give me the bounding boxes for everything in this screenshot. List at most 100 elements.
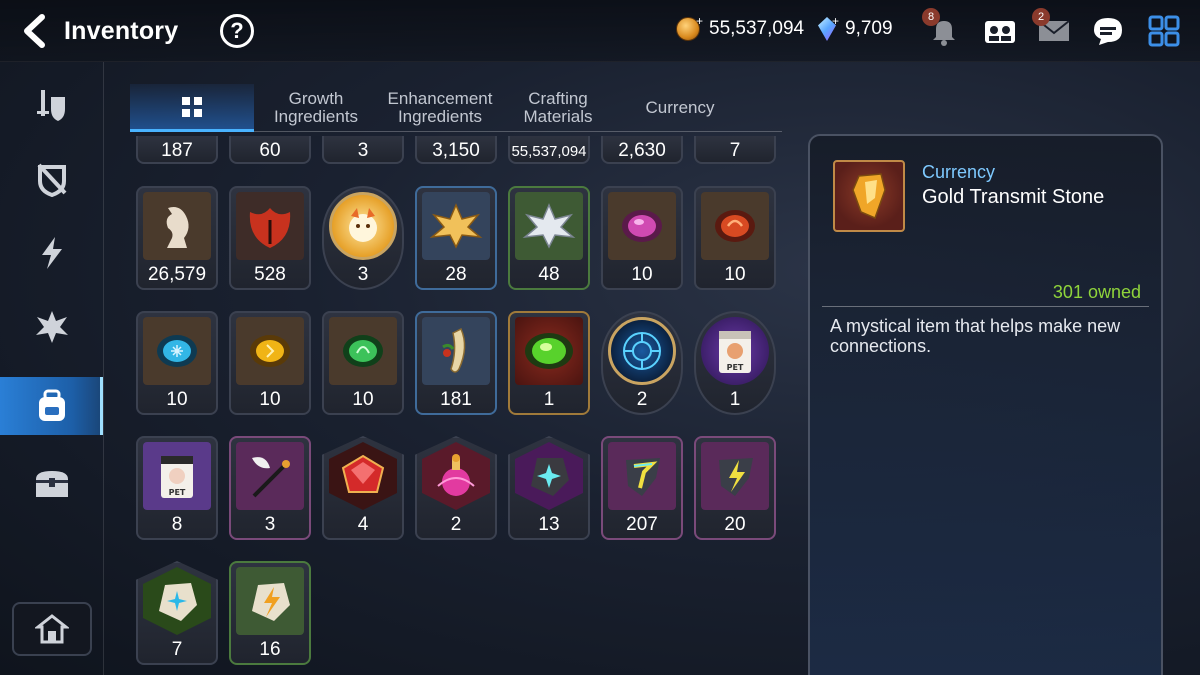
gold-flower-icon — [422, 192, 490, 260]
blue-circuit-icon — [608, 317, 676, 385]
gold-amount: 55,537,094 — [709, 18, 805, 39]
mail-button[interactable]: 2 — [1032, 8, 1074, 50]
item-slot[interactable]: 26,579 — [136, 186, 218, 290]
item-slot[interactable]: 2 — [415, 436, 497, 540]
green-eye-stone-icon — [515, 317, 583, 385]
item-slot[interactable]: 20 — [694, 436, 776, 540]
item-slot[interactable]: 10 — [694, 186, 776, 290]
sidebar-item-equipment[interactable] — [0, 76, 103, 134]
item-count: 16 — [259, 639, 281, 660]
back-button[interactable] — [18, 14, 50, 48]
item-slot[interactable]: 13 — [508, 436, 590, 540]
item-count: 10 — [259, 389, 281, 410]
item-slot[interactable]: 181 — [415, 311, 497, 415]
gold-transmit-stone-icon — [833, 160, 905, 232]
item-count: 13 — [538, 514, 560, 535]
item-count: 3 — [357, 140, 369, 161]
horse-statue-icon — [143, 192, 211, 260]
item-slot[interactable]: 207 — [601, 436, 683, 540]
item-count: 2,630 — [618, 140, 666, 161]
yellow-rune-icon — [236, 317, 304, 385]
chest-icon — [35, 471, 68, 497]
item-count: 10 — [352, 389, 374, 410]
page-title: Inventory — [64, 17, 179, 45]
tab-growth-ingredients[interactable]: Growth Ingredients — [254, 84, 378, 132]
sidebar-item-unequipped[interactable] — [0, 150, 103, 208]
menu-button[interactable] — [1144, 12, 1184, 50]
tab-enhancement-ingredients[interactable]: Enhancement Ingredients — [378, 84, 502, 132]
fox-penguin-icon — [329, 192, 397, 260]
item-slot[interactable]: 3 — [229, 436, 311, 540]
gold-currency[interactable]: + 55,537,094 — [676, 14, 805, 41]
item-count: 7 — [729, 140, 741, 161]
item-count: 3,150 — [432, 140, 480, 161]
back-arrow-icon — [24, 14, 45, 48]
item-slot[interactable]: 7 — [136, 561, 218, 665]
item-count: 2 — [450, 514, 462, 535]
pet-food-bag-icon: PET — [143, 442, 211, 510]
sidebar-item-materials[interactable] — [0, 377, 103, 435]
sidebar-item-catalysts[interactable] — [0, 224, 103, 282]
group-icon — [985, 21, 1015, 43]
tab-currency[interactable]: Currency — [614, 84, 746, 132]
item-slot[interactable]: 16 — [229, 561, 311, 665]
item-count: 1 — [543, 389, 555, 410]
blue-rune-icon — [143, 317, 211, 385]
item-slot[interactable]: 3 — [322, 186, 404, 290]
help-button[interactable]: ? — [220, 14, 254, 48]
shard-icon — [35, 311, 68, 343]
item-count: 1 — [729, 389, 741, 410]
item-detail-panel: Currency Gold Transmit Stone 301 owned A… — [808, 134, 1163, 675]
item-slot[interactable]: 10 — [601, 186, 683, 290]
item-slot[interactable]: 55,537,094 — [508, 136, 590, 164]
white-stone-bolt-icon — [236, 567, 304, 635]
item-slot[interactable]: 2 — [601, 311, 683, 415]
item-count: 48 — [538, 264, 560, 285]
top-bar: Inventory ? + 55,537,094 + 9,709 8 2 — [0, 0, 1200, 62]
item-slot[interactable]: 4 — [322, 436, 404, 540]
item-slot[interactable]: 2,630 — [601, 136, 683, 164]
item-slot[interactable]: PET 1 — [694, 311, 776, 415]
lightning-icon — [41, 237, 62, 269]
pink-rune-icon — [608, 192, 676, 260]
item-slot[interactable]: 187 — [136, 136, 218, 164]
item-slot[interactable]: 60 — [229, 136, 311, 164]
friends-button[interactable] — [980, 12, 1020, 50]
item-count: 528 — [254, 264, 286, 285]
sidebar-item-artifacts[interactable] — [0, 298, 103, 356]
item-slot[interactable]: 1 — [508, 311, 590, 415]
item-grid: 187 60 3 3,150 55,537,094 2,630 7 26,579… — [136, 136, 796, 675]
chat-icon — [1094, 18, 1122, 45]
tab-crafting-materials[interactable]: Crafting Materials — [502, 84, 614, 132]
sidebar-item-chests[interactable] — [0, 454, 103, 512]
item-count: 10 — [631, 264, 653, 285]
item-slot[interactable]: 48 — [508, 186, 590, 290]
item-count: 26,579 — [147, 264, 207, 285]
item-category: Currency — [922, 162, 996, 182]
item-slot[interactable]: 28 — [415, 186, 497, 290]
item-slot[interactable]: 3 — [322, 136, 404, 164]
category-tabs: Growth Ingredients Enhancement Ingredien… — [130, 84, 782, 132]
notifications-button[interactable]: 8 — [922, 8, 964, 50]
item-count: 60 — [259, 140, 281, 161]
crystal-currency[interactable]: + 9,709 — [818, 14, 893, 41]
item-slot[interactable]: 528 — [229, 186, 311, 290]
feather-wand-icon — [236, 442, 304, 510]
storage-button[interactable] — [12, 602, 92, 656]
item-slot[interactable]: PET 8 — [136, 436, 218, 540]
tab-all[interactable] — [130, 84, 254, 132]
item-slot[interactable]: 10 — [322, 311, 404, 415]
item-slot[interactable]: 3,150 — [415, 136, 497, 164]
item-count: 187 — [161, 140, 193, 161]
item-slot[interactable]: 7 — [694, 136, 776, 164]
red-rune-icon — [701, 192, 769, 260]
item-count: 181 — [440, 389, 472, 410]
silver-flower-icon — [515, 192, 583, 260]
red-petal-icon — [236, 192, 304, 260]
item-count: 10 — [166, 389, 188, 410]
chat-button[interactable] — [1088, 12, 1128, 50]
item-slot[interactable]: 10 — [136, 311, 218, 415]
item-slot[interactable]: 10 — [229, 311, 311, 415]
item-count: 10 — [724, 264, 746, 285]
svg-text:PET: PET — [169, 488, 186, 497]
